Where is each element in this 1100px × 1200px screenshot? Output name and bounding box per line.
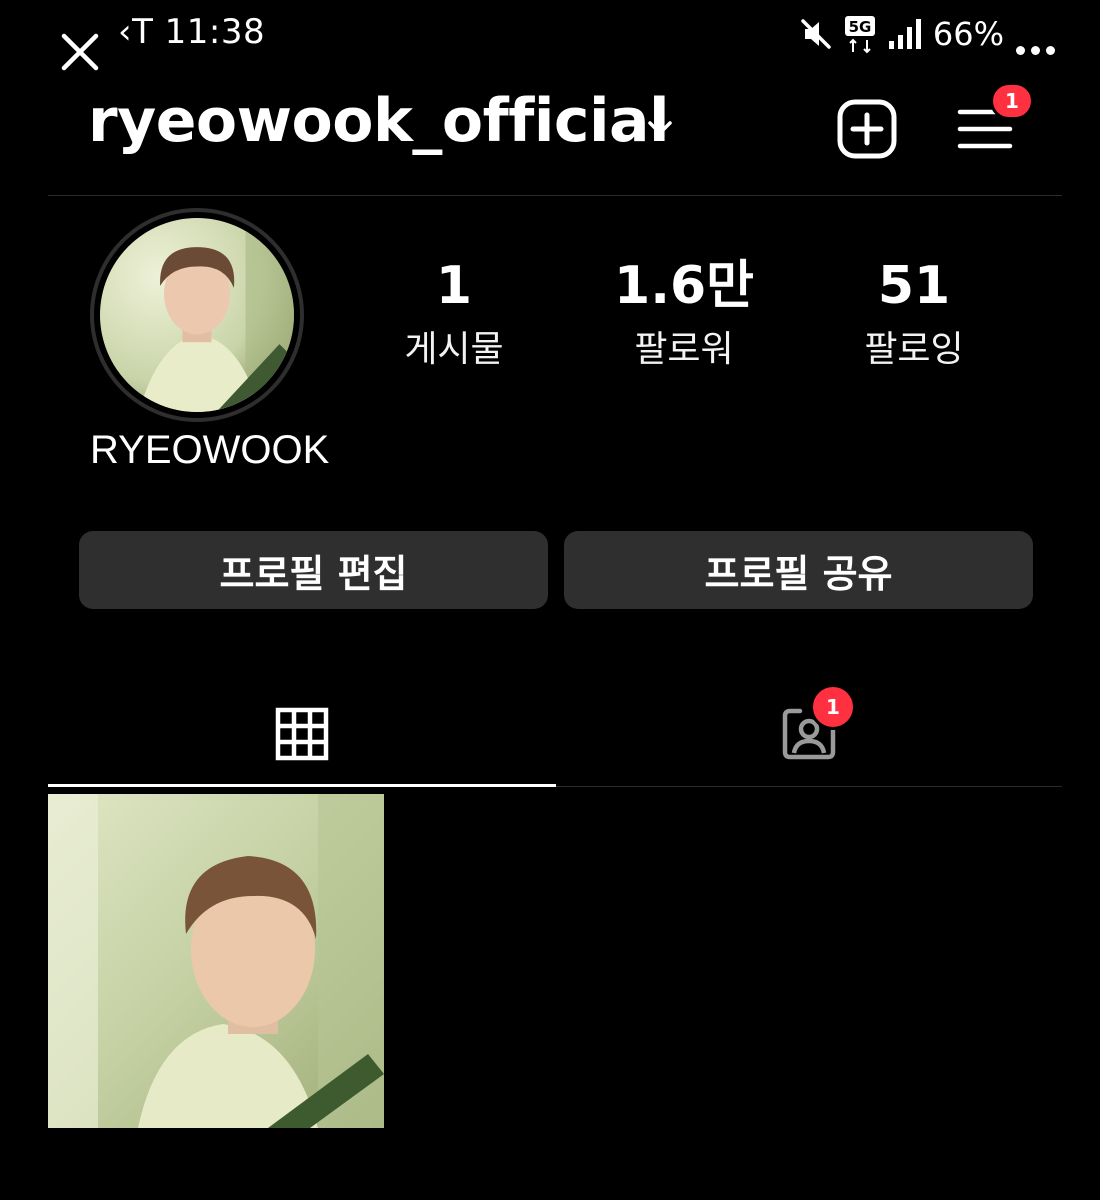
menu-notification-badge: 1 xyxy=(990,82,1034,120)
stat-following-count: 51 xyxy=(877,256,951,316)
close-button[interactable] xyxy=(52,28,108,76)
stat-following-label: 팔로잉 xyxy=(864,329,964,370)
share-profile-button[interactable]: 프로필 공유 xyxy=(564,531,1033,609)
tagged-notification-badge: 1 xyxy=(810,684,856,730)
create-post-button[interactable] xyxy=(836,98,898,160)
mute-icon xyxy=(801,19,831,49)
post-image xyxy=(48,794,384,1128)
chevron-down-icon[interactable] xyxy=(642,110,678,146)
stat-posts-label: 게시물 xyxy=(404,329,504,370)
header-divider xyxy=(48,195,1062,196)
status-icons: 5G 66% xyxy=(799,14,1004,54)
stat-posts[interactable]: 1 게시물 xyxy=(354,254,554,382)
profile-avatar[interactable] xyxy=(90,208,304,422)
status-time: ‹T 11:38 xyxy=(118,12,266,52)
add-icon xyxy=(837,99,897,159)
profile-username[interactable]: ryeowook_official xyxy=(88,86,670,156)
avatar-image xyxy=(100,218,294,412)
tab-tagged[interactable] xyxy=(556,680,1062,788)
stat-followers-count: 1.6만 xyxy=(614,256,754,316)
edit-profile-button[interactable]: 프로필 편집 xyxy=(79,531,548,609)
post-thumbnail[interactable] xyxy=(48,794,384,1128)
grid-icon xyxy=(275,707,329,761)
svg-text:5G: 5G xyxy=(849,18,872,36)
battery-percent: 66% xyxy=(932,15,1004,53)
network-5g-icon: 5G xyxy=(844,16,875,54)
tab-divider xyxy=(556,786,1062,787)
close-icon xyxy=(61,33,99,71)
profile-display-name: RYEOWOOK xyxy=(90,428,330,472)
stat-following[interactable]: 51 팔로잉 xyxy=(814,254,1014,382)
stat-followers-label: 팔로워 xyxy=(634,329,734,370)
more-options-button[interactable] xyxy=(1010,30,1060,70)
stat-posts-count: 1 xyxy=(435,256,473,316)
more-icon xyxy=(1013,45,1058,55)
active-tab-indicator xyxy=(48,784,556,787)
signal-icon xyxy=(888,19,921,49)
stat-followers[interactable]: 1.6만 팔로워 xyxy=(584,254,784,382)
tab-posts-grid[interactable] xyxy=(48,680,556,788)
